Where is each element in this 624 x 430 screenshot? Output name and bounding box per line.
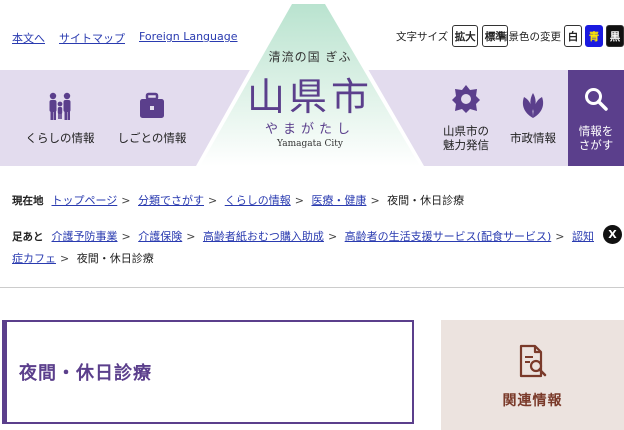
breadcrumb-area: 現在地 トップページ > 分類でさがす > くらしの情報 > 医療・健康 > 夜間・休日…	[0, 166, 624, 288]
page-title: 夜間・休日診療	[19, 363, 152, 384]
background-color-label: 背景色の変更	[498, 30, 561, 43]
leaf-icon	[522, 92, 544, 118]
breadcrumb-history: 足あと 介護予防事業 > 介護保険 > 高齢者紙おむつ購入助成 > 高齢者の生活支援サ…	[12, 226, 602, 270]
site-logo[interactable]: 清流の国 ぎふ 山県市 やまがたし Yamagata City	[196, 0, 424, 166]
nav-work-info[interactable]: しごとの情報	[100, 70, 204, 166]
nav-life-info[interactable]: くらしの情報	[8, 70, 112, 166]
nav-admin-label: 市政情報	[510, 130, 556, 145]
breadcrumb-link[interactable]: くらしの情報	[225, 194, 291, 207]
nav-charm-label: 山県市の 魅力発信	[443, 123, 489, 152]
breadcrumb-link[interactable]: 医療・健康	[311, 194, 366, 207]
logo-kana: やまがたし	[264, 122, 355, 137]
breadcrumb-current: 現在地 トップページ > 分類でさがす > くらしの情報 > 医療・健康 > 夜間・休日…	[12, 190, 602, 212]
bg-white-button[interactable]: 白	[564, 25, 582, 47]
bg-black-button[interactable]: 黒	[606, 25, 624, 47]
nav-city-admin[interactable]: 市政情報	[496, 70, 570, 166]
breadcrumb-link[interactable]: トップページ	[52, 194, 118, 207]
related-info-panel[interactable]: 関連情報	[441, 320, 624, 430]
logo-english: Yamagata City	[277, 139, 343, 149]
history-link[interactable]: 高齢者の生活支援サービス(配食サービス)	[345, 230, 552, 243]
sitemap-link[interactable]: サイトマップ	[59, 30, 125, 46]
history-link[interactable]: 介護保険	[138, 230, 182, 243]
history-link[interactable]: 介護予防事業	[52, 230, 118, 243]
skip-to-content-link[interactable]: 本文へ	[12, 30, 45, 46]
search-icon	[585, 87, 608, 111]
logo-tagline: 清流の国 ぎふ	[268, 50, 352, 64]
clear-history-button[interactable]: X	[603, 225, 622, 244]
related-info-label: 関連情報	[502, 393, 563, 409]
nav-life-label: くらしの情報	[25, 130, 95, 145]
breadcrumb-current-page: 夜間・休日診療	[387, 194, 465, 207]
history-current-page: 夜間・休日診療	[76, 252, 154, 265]
breadcrumb-current-label: 現在地	[12, 195, 44, 207]
history-link[interactable]: 高齢者紙おむつ購入助成	[203, 230, 324, 243]
background-color-control: 背景色の変更 白 青 黒	[498, 25, 624, 47]
breadcrumb-history-label: 足あと	[12, 231, 44, 243]
city-emblem-icon	[452, 84, 480, 113]
nav-work-label: しごとの情報	[117, 130, 187, 145]
bg-blue-button[interactable]: 青	[585, 25, 603, 47]
breadcrumb-link[interactable]: 分類でさがす	[138, 194, 204, 207]
logo-city-name: 山県市	[246, 75, 373, 119]
text-size-large-button[interactable]: 拡大	[452, 25, 479, 47]
family-icon	[49, 92, 71, 120]
document-search-icon	[519, 344, 546, 378]
briefcase-icon	[140, 92, 164, 118]
nav-search-label: 情報を さがす	[578, 123, 614, 152]
nav-search-info[interactable]: 情報を さがす	[568, 70, 624, 166]
page-title-box: 夜間・休日診療	[2, 320, 414, 424]
